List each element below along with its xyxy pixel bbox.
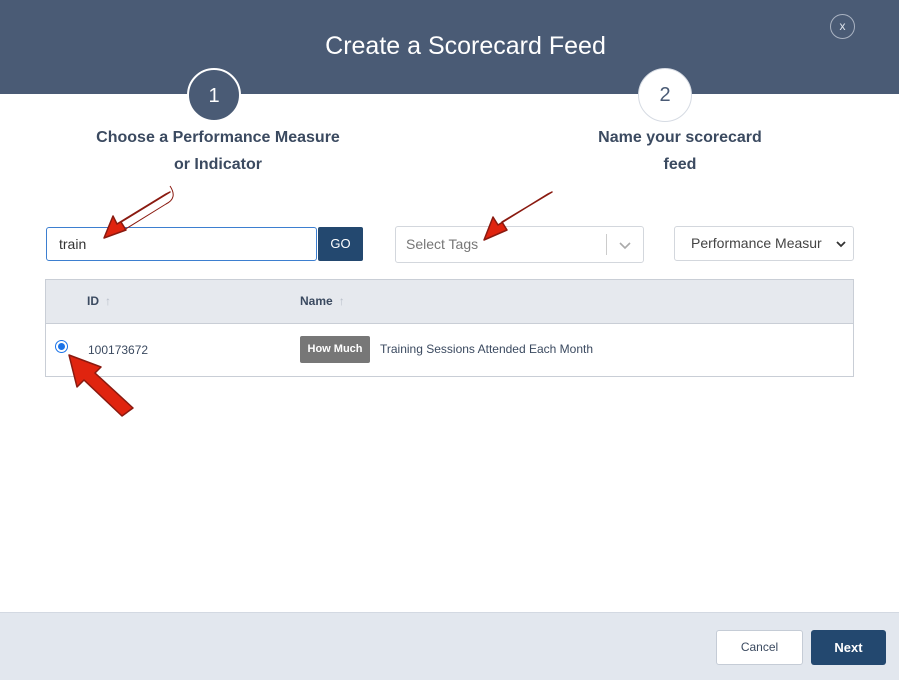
dialog-title: Create a Scorecard Feed bbox=[325, 32, 606, 60]
dialog-header: Create a Scorecard Feed x bbox=[0, 0, 899, 94]
cancel-button[interactable]: Cancel bbox=[716, 630, 803, 665]
row-id: 100173672 bbox=[88, 343, 149, 357]
step-2-label-line2: feed bbox=[663, 156, 697, 173]
sort-arrow-icon[interactable]: ↑ bbox=[105, 294, 111, 308]
step-2-indicator: 2 bbox=[638, 68, 692, 122]
close-button[interactable]: x bbox=[830, 14, 855, 39]
sort-arrow-icon[interactable]: ↑ bbox=[339, 294, 345, 308]
table-row[interactable]: 100173672 How Much Training Sessions Att… bbox=[46, 324, 853, 376]
next-button[interactable]: Next bbox=[811, 630, 886, 665]
column-header-id[interactable]: ID ↑ bbox=[87, 280, 111, 323]
go-button[interactable]: GO bbox=[318, 227, 363, 261]
dialog-footer: Cancel Next bbox=[0, 612, 899, 680]
column-header-name[interactable]: Name ↑ bbox=[300, 280, 345, 323]
step-1-label-line1: Choose a Performance Measure bbox=[96, 129, 340, 146]
column-header-id-label: ID bbox=[87, 294, 99, 308]
step-2-label-line1: Name your scorecard bbox=[598, 129, 762, 146]
measure-type-select[interactable]: Performance Measur bbox=[674, 226, 854, 261]
tags-placeholder: Select Tags bbox=[406, 236, 479, 252]
step-1-label-line2: or Indicator bbox=[173, 156, 262, 173]
measure-type-value: Performance Measur bbox=[691, 235, 822, 251]
measure-type-badge: How Much bbox=[300, 336, 370, 363]
column-header-name-label: Name bbox=[300, 294, 333, 308]
chevron-down-icon[interactable] bbox=[617, 237, 633, 253]
tags-separator bbox=[606, 234, 607, 255]
row-select-radio[interactable] bbox=[55, 340, 68, 353]
chevron-down-icon bbox=[836, 241, 846, 248]
search-input[interactable]: train bbox=[46, 227, 317, 261]
step-1-label: Choose a Performance Measure or Indicato… bbox=[88, 124, 348, 178]
step-2-label: Name your scorecard feed bbox=[550, 124, 810, 178]
tags-select[interactable]: Select Tags bbox=[395, 226, 644, 263]
results-table: ID ↑ Name ↑ 100173672 How Much Training Se… bbox=[45, 279, 854, 377]
table-header: ID ↑ Name ↑ bbox=[46, 280, 853, 324]
row-name[interactable]: Training Sessions Attended Each Month bbox=[380, 324, 593, 374]
step-1-indicator: 1 bbox=[187, 68, 241, 122]
